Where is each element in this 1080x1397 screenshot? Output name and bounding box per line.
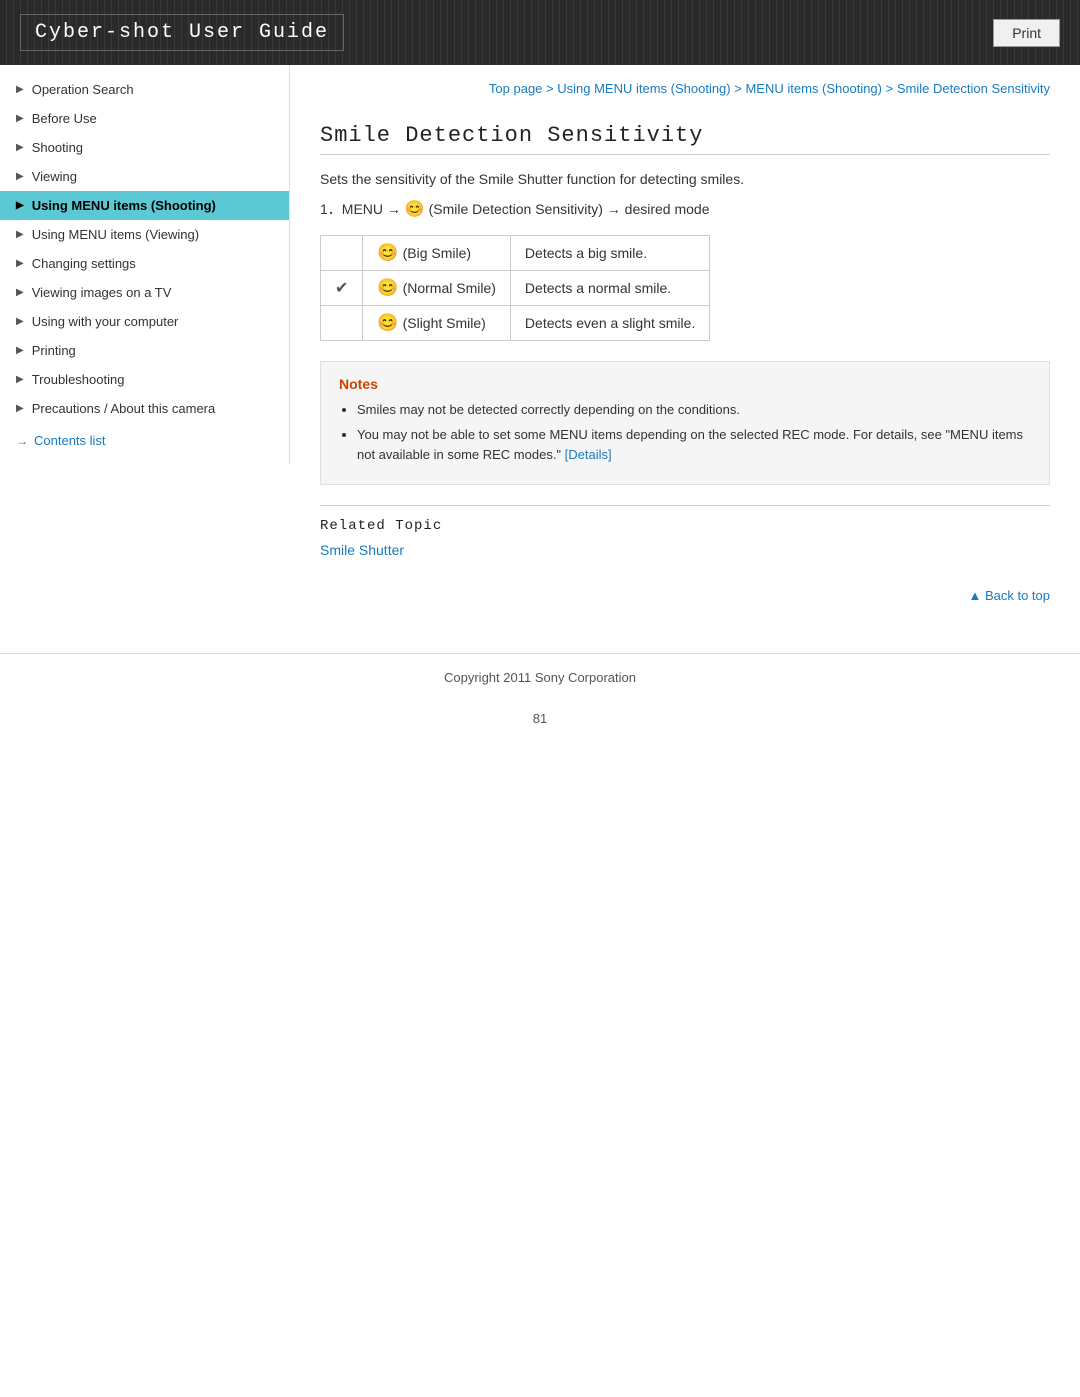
sidebar-item-label: Viewing (32, 169, 77, 184)
site-title: Cyber-shot User Guide (20, 14, 344, 51)
back-to-top-row: ▲ Back to top (320, 588, 1050, 603)
smile-face-icon: 😊 (377, 243, 398, 262)
back-to-top-link[interactable]: ▲ Back to top (968, 588, 1050, 603)
sidebar-item-label: Changing settings (32, 256, 136, 271)
table-row: ✔ 😊 (Normal Smile) Detects a normal smile. (321, 270, 710, 305)
sidebar-arrow-icon: ▶ (16, 403, 24, 414)
smile-face-icon: 😊 (377, 278, 398, 297)
contents-arrow-icon: → (16, 434, 28, 448)
sidebar-item-label: Using MENU items (Viewing) (32, 227, 199, 242)
sidebar-item-label: Shooting (32, 140, 83, 155)
description-cell-2: Detects even a slight smile. (510, 305, 709, 340)
breadcrumb-link-3[interactable]: Smile Detection Sensitivity (897, 81, 1050, 96)
check-cell-0 (321, 235, 363, 270)
page-title: Smile Detection Sensitivity (320, 123, 1050, 148)
print-button[interactable]: Print (993, 19, 1060, 47)
table-row: 😊 (Slight Smile) Detects even a slight smi… (321, 305, 710, 340)
header: Cyber-shot User Guide Print (0, 0, 1080, 65)
sidebar-item-label: Using with your computer (32, 314, 179, 329)
step-instruction: 1．MENU → 😊 (Smile Detection Sensitivity)… (320, 199, 1050, 219)
checkmark-icon: ✔ (335, 280, 348, 297)
sidebar-item-5[interactable]: ▶ Using MENU items (Viewing) (0, 220, 289, 249)
note-item-0: Smiles may not be detected correctly dep… (357, 400, 1031, 420)
smile-label: (Slight Smile) (403, 315, 486, 331)
copyright-text: Copyright 2011 Sony Corporation (444, 670, 636, 685)
menu-smile-icon: 😊 (405, 201, 425, 218)
sidebar-item-label: Viewing images on a TV (32, 285, 172, 300)
description: Sets the sensitivity of the Smile Shutte… (320, 171, 1050, 187)
sidebar-arrow-icon: ▶ (16, 84, 24, 95)
label-cell-0: 😊 (Big Smile) (363, 235, 511, 270)
footer: Copyright 2011 Sony Corporation (0, 653, 1080, 701)
label-cell-1: 😊 (Normal Smile) (363, 270, 511, 305)
breadcrumb-link-0[interactable]: Top page (489, 81, 543, 96)
notes-title: Notes (339, 376, 1031, 392)
content-area: Top page > Using MENU items (Shooting) >… (290, 65, 1080, 623)
contents-list-label: Contents list (34, 433, 106, 448)
smile-sensitivity-table: 😊 (Big Smile) Detects a big smile. ✔ 😊 (Norma… (320, 235, 710, 341)
sidebar-item-label: Before Use (32, 111, 97, 126)
check-cell-1: ✔ (321, 270, 363, 305)
sidebar-arrow-icon: ▶ (16, 113, 24, 124)
sidebar-item-2[interactable]: ▶ Shooting (0, 133, 289, 162)
description-cell-0: Detects a big smile. (510, 235, 709, 270)
sidebar-item-1[interactable]: ▶ Before Use (0, 104, 289, 133)
sidebar-item-8[interactable]: ▶ Using with your computer (0, 307, 289, 336)
smile-label: (Big Smile) (403, 245, 471, 261)
breadcrumb: Top page > Using MENU items (Shooting) >… (320, 65, 1050, 105)
notes-box: Notes Smiles may not be detected correct… (320, 361, 1050, 486)
sidebar-arrow-icon: ▶ (16, 200, 24, 211)
sidebar-item-label: Precautions / About this camera (32, 401, 216, 416)
sidebar-item-label: Using MENU items (Shooting) (32, 198, 216, 213)
smile-label: (Normal Smile) (403, 280, 496, 296)
notes-list: Smiles may not be detected correctly dep… (339, 400, 1031, 465)
sidebar-arrow-icon: ▶ (16, 287, 24, 298)
title-divider (320, 154, 1050, 155)
sidebar-arrow-icon: ▶ (16, 316, 24, 327)
details-link[interactable]: [Details] (565, 447, 612, 462)
description-cell-1: Detects a normal smile. (510, 270, 709, 305)
sidebar-item-10[interactable]: ▶ Troubleshooting (0, 365, 289, 394)
sidebar-item-11[interactable]: ▶ Precautions / About this camera (0, 394, 289, 423)
main-layout: ▶ Operation Search ▶ Before Use ▶ Shooting ▶ Vi… (0, 65, 1080, 623)
contents-list-link[interactable]: → Contents list (0, 423, 289, 454)
breadcrumb-separator: > (882, 81, 897, 96)
sidebar: ▶ Operation Search ▶ Before Use ▶ Shooting ▶ Vi… (0, 65, 290, 464)
sidebar-arrow-icon: ▶ (16, 229, 24, 240)
sidebar-item-3[interactable]: ▶ Viewing (0, 162, 289, 191)
breadcrumb-separator: > (731, 81, 746, 96)
sidebar-item-7[interactable]: ▶ Viewing images on a TV (0, 278, 289, 307)
sidebar-item-9[interactable]: ▶ Printing (0, 336, 289, 365)
breadcrumb-separator: > (542, 81, 557, 96)
sidebar-item-label: Operation Search (32, 82, 134, 97)
sidebar-item-label: Printing (32, 343, 76, 358)
label-cell-2: 😊 (Slight Smile) (363, 305, 511, 340)
breadcrumb-link-1[interactable]: Using MENU items (Shooting) (557, 81, 730, 96)
sidebar-item-0[interactable]: ▶ Operation Search (0, 75, 289, 104)
table-row: 😊 (Big Smile) Detects a big smile. (321, 235, 710, 270)
smile-shutter-link[interactable]: Smile Shutter (320, 542, 404, 558)
related-topic-title: Related Topic (320, 518, 1050, 534)
sidebar-arrow-icon: ▶ (16, 258, 24, 269)
page-number: 81 (0, 711, 1080, 726)
sidebar-item-4[interactable]: ▶ Using MENU items (Shooting) (0, 191, 289, 220)
sidebar-arrow-icon: ▶ (16, 171, 24, 182)
sidebar-item-label: Troubleshooting (32, 372, 125, 387)
sidebar-item-6[interactable]: ▶ Changing settings (0, 249, 289, 278)
sidebar-arrow-icon: ▶ (16, 142, 24, 153)
sidebar-arrow-icon: ▶ (16, 374, 24, 385)
related-divider (320, 505, 1050, 506)
smile-face-icon: 😊 (377, 313, 398, 332)
sidebar-arrow-icon: ▶ (16, 345, 24, 356)
note-item-1: You may not be able to set some MENU ite… (357, 425, 1031, 464)
check-cell-2 (321, 305, 363, 340)
breadcrumb-link-2[interactable]: MENU items (Shooting) (745, 81, 882, 96)
